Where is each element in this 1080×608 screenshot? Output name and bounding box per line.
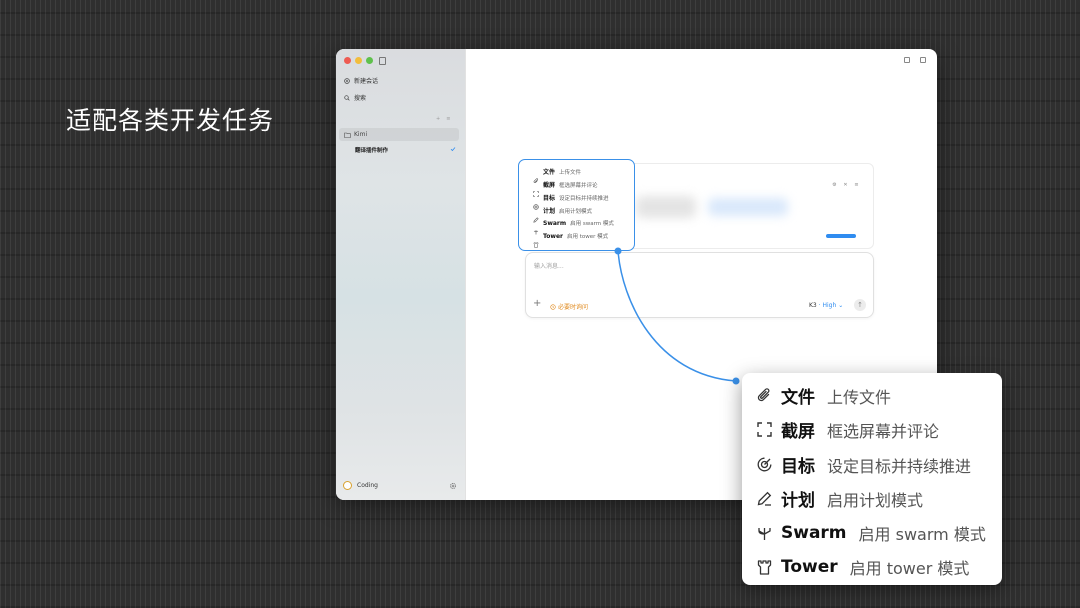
command-menu-zoomed: 文件 上传文件 截屏 框选屏幕并评论 目标 设定目标并持续推进 计划 启用计划模… [742, 373, 1002, 585]
command-desc: 启用计划模式 [827, 490, 924, 510]
command-title: Tower [781, 557, 838, 577]
command-desc: 启用 swarm 模式 [858, 525, 986, 544]
command-desc: 启用 tower 模式 [849, 559, 970, 578]
command-title: Swarm [781, 523, 847, 543]
command-title: 截屏 [781, 422, 815, 442]
command-swarm[interactable]: Swarm 启用 swarm 模式 [756, 521, 986, 545]
command-desc: 框选屏幕并评论 [827, 421, 940, 441]
crop-icon [756, 421, 773, 438]
command-title: 计划 [781, 491, 815, 511]
paperclip-icon [756, 387, 773, 404]
command-title: 文件 [781, 388, 815, 408]
swarm-icon [756, 525, 773, 542]
command-plan[interactable]: 计划 启用计划模式 [756, 486, 923, 511]
tower-icon [756, 559, 773, 576]
command-desc: 设定目标并持续推进 [827, 456, 972, 476]
pen-icon [756, 490, 773, 507]
target-icon [756, 456, 773, 473]
command-file[interactable]: 文件 上传文件 [756, 383, 891, 408]
command-goal[interactable]: 目标 设定目标并持续推进 [756, 452, 971, 477]
command-desc: 上传文件 [827, 387, 892, 407]
command-title: 目标 [781, 457, 815, 477]
command-screenshot[interactable]: 截屏 框选屏幕并评论 [756, 417, 939, 442]
command-tower[interactable]: Tower 启用 tower 模式 [756, 555, 969, 579]
